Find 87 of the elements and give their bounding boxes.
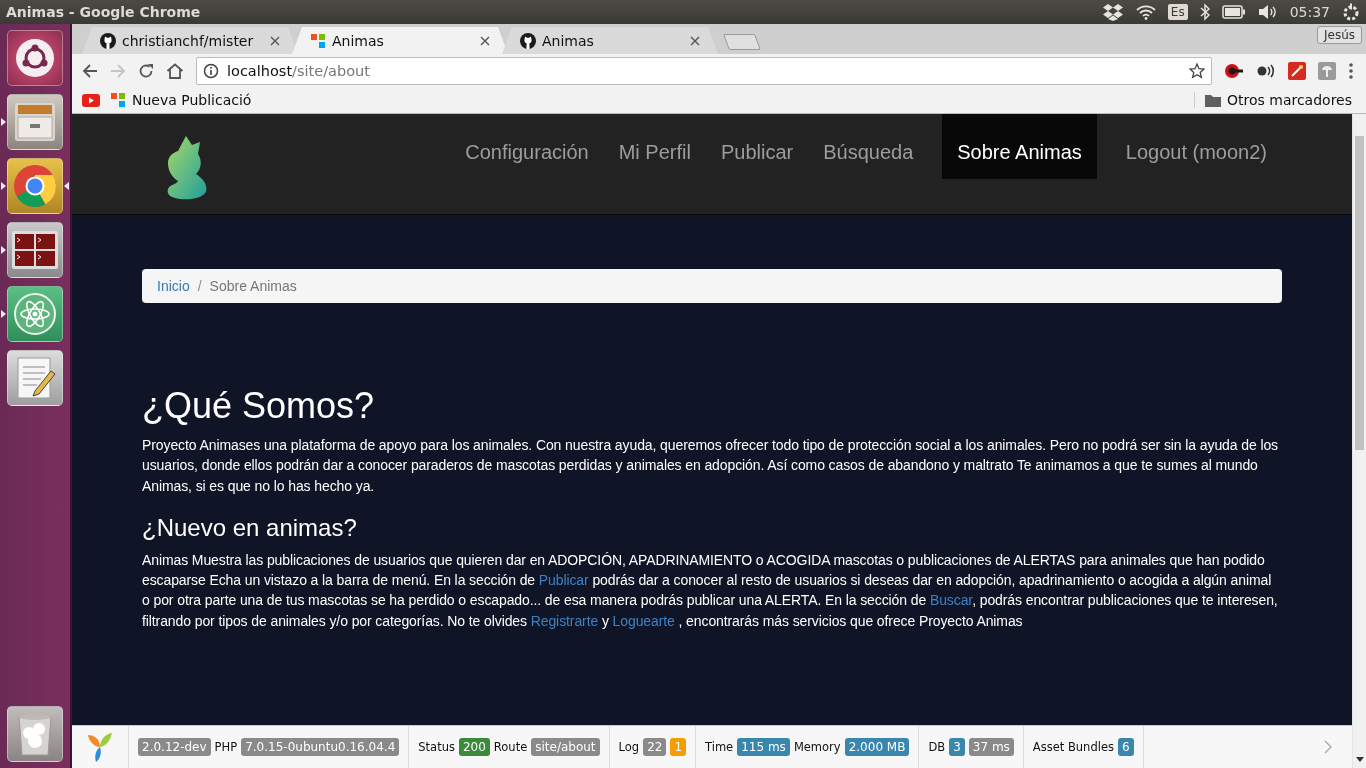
- link[interactable]: Publicar: [538, 572, 589, 589]
- bluetooth-icon[interactable]: [1199, 3, 1210, 21]
- address-bar[interactable]: localhost/site/about: [196, 56, 1212, 85]
- scrollbar-thumb[interactable]: [1355, 136, 1364, 450]
- debug-label: PHP: [214, 740, 238, 754]
- octocat-icon: [100, 32, 116, 49]
- volume-icon[interactable]: [1257, 4, 1278, 20]
- wifi-icon[interactable]: [1135, 4, 1156, 20]
- debug-label: Memory: [793, 740, 841, 754]
- bookmark[interactable]: Nueva Publicació: [110, 92, 252, 108]
- breadcrumb-separator: /: [197, 278, 202, 294]
- browser-icon: [12, 163, 58, 209]
- window-title: Animas - Google Chrome: [6, 4, 202, 20]
- keyboard-layout-indicator[interactable]: Es: [1167, 4, 1188, 20]
- debug-badge: 115 ms: [737, 738, 790, 756]
- star-icon[interactable]: [1189, 62, 1205, 79]
- clock[interactable]: 05:37: [1289, 4, 1330, 20]
- debug-badge: site/about: [531, 738, 600, 756]
- debug-badge: 7.0.15-0ubuntu0.16.04.4: [241, 738, 400, 756]
- dash-icon: [15, 38, 55, 78]
- nav-link[interactable]: Mi Perfil: [603, 114, 706, 179]
- paragraph: Animas Muestra las publicaciones de usuarios que quieren dar en ADOPCIÓN, APADRINAMIENTO o ACOGIDA mascotas o publicaciones de ALERTAS para animales que han podido escaparse Echa un vistazo a la barra de menú. En la sección de Publicar podrás dar a conocer al resto de usuarios si deseas dar en adopción, apadrinamiento o acogida a algún animal o por otra parte una de tus mascotas se ha perdido o escapado... de esa manera podrás publicar una ALERTA. En la sección de Buscar, podrás encontrar publicaciones que te interesen, filtrando por tipos de animales y/o por categorías. No te olvides Registrarte y Loguearte , encontrarás más servicios que ofrece Proyecto Animas: [142, 550, 1279, 631]
- debug-label: Asset Bundles: [1032, 740, 1114, 754]
- nav-link[interactable]: Publicar: [705, 114, 809, 179]
- yii-logo-icon[interactable]: [86, 731, 114, 763]
- debug-badge: 200: [458, 738, 490, 756]
- launcher-button[interactable]: [7, 350, 63, 406]
- page-heading: ¿Qué Somos?: [142, 385, 376, 427]
- menu-icon[interactable]: [1348, 61, 1354, 80]
- debug-badge: 6: [1117, 738, 1134, 756]
- tab-title: Animas: [332, 32, 385, 49]
- close-icon[interactable]: [690, 35, 700, 46]
- octocat-icon: [520, 32, 536, 49]
- link[interactable]: Loguearte: [612, 612, 675, 629]
- close-icon[interactable]: [270, 35, 280, 46]
- squares-icon: [310, 32, 326, 49]
- profile-button[interactable]: Jesús: [1316, 26, 1362, 44]
- debug-label: Time: [705, 740, 734, 754]
- launcher-button[interactable]: [7, 158, 63, 214]
- terminal-icon: [11, 230, 59, 270]
- dropbox-icon[interactable]: [1101, 3, 1124, 21]
- power-plug-icon[interactable]: [1224, 61, 1244, 80]
- play-button-icon: [82, 93, 100, 107]
- nav-link[interactable]: Configuración: [450, 114, 604, 179]
- breadcrumb-current: Sobre Animas: [209, 278, 297, 294]
- nav-link[interactable]: Sobre Animas: [942, 114, 1097, 179]
- home-icon[interactable]: [166, 62, 184, 79]
- launcher-button[interactable]: [7, 30, 63, 86]
- broadcast-icon[interactable]: [1256, 62, 1276, 79]
- launcher-button[interactable]: [7, 706, 63, 762]
- debug-label: Route: [493, 740, 528, 754]
- debug-badge: 2.000 MB: [844, 738, 910, 756]
- debug-badge: 3: [949, 738, 965, 756]
- scroll-down-icon[interactable]: [1355, 757, 1364, 762]
- section-heading: ¿Nuevo en animas?: [142, 513, 358, 542]
- reload-icon[interactable]: [138, 62, 154, 79]
- debug-badge: 2.0.12-dev: [138, 738, 211, 756]
- other-bookmarks[interactable]: Otros marcadores: [1194, 92, 1352, 108]
- link[interactable]: Buscar: [929, 592, 973, 609]
- debug-label: Status: [418, 740, 455, 754]
- scrollbar[interactable]: [1352, 114, 1366, 768]
- debug-badge: 22: [643, 738, 667, 756]
- power-icon[interactable]: [1342, 3, 1360, 21]
- tab-title: Animas: [542, 32, 595, 49]
- breadcrumb-link[interactable]: Inicio: [157, 278, 190, 294]
- browser-tab[interactable]: Animas: [502, 27, 718, 54]
- folder-icon: [1205, 93, 1221, 107]
- battery-icon[interactable]: [1221, 5, 1246, 19]
- debug-badge: 37 ms: [968, 738, 1014, 756]
- close-icon[interactable]: [480, 35, 490, 46]
- nav-link[interactable]: Logout (moon2): [1110, 114, 1282, 179]
- tab-title: christianchf/mister: [122, 32, 255, 49]
- squares-icon: [110, 92, 126, 108]
- debug-label: DB: [928, 740, 946, 754]
- paragraph: Proyecto Animases una plataforma de apoyo para los animales. Con nuestra ayuda, queremos ofrecer todo tipo de protección social a los animales. Pero no podrá ser sin la ayuda de los usuarios, donde ellos podrán dar a conocer paraderos de mascotas perdidas y animales en adopción. Así como casos de abandono y maltrato Te animamos a que te sumes al mundo Animas, si es que no lo has hecho ya.: [142, 436, 1279, 496]
- nav-link[interactable]: Búsqueda: [808, 114, 929, 179]
- launcher-button[interactable]: [7, 286, 63, 342]
- trash-icon: [15, 711, 55, 757]
- link[interactable]: Registrarte: [530, 612, 599, 629]
- back-icon[interactable]: [82, 62, 98, 79]
- launcher-button[interactable]: [7, 222, 63, 278]
- debug-badge: 1: [670, 738, 687, 756]
- magic-wand-icon[interactable]: [1288, 61, 1306, 80]
- bookmark[interactable]: [82, 93, 100, 107]
- debug-label: Log: [618, 740, 640, 754]
- info-icon[interactable]: [203, 62, 219, 79]
- atom-icon: [13, 292, 57, 336]
